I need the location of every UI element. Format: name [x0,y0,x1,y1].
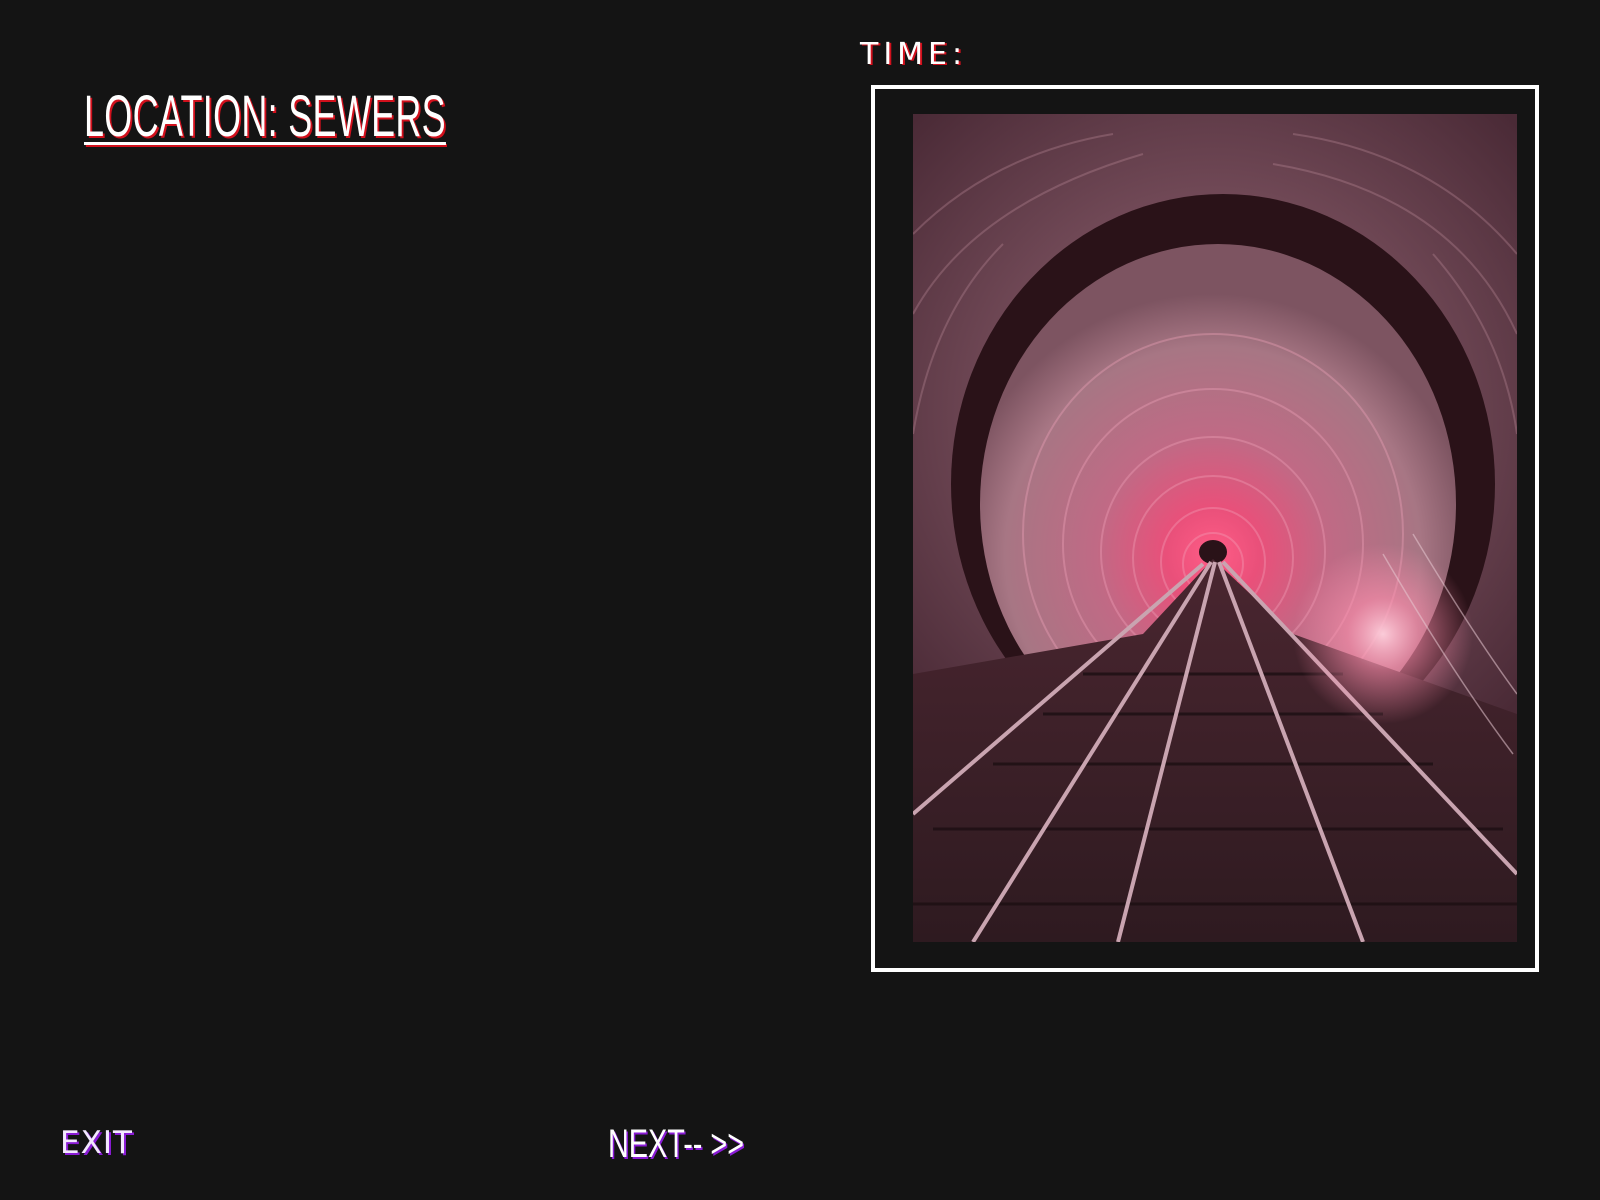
tunnel-scene-image [913,114,1517,942]
scene-frame [871,85,1539,972]
next-button[interactable]: NEXT-- >> [608,1124,744,1164]
time-label: TIME: [860,37,968,72]
location-title: LOCATION: SEWERS [84,84,446,149]
exit-button[interactable]: EXIT [60,1128,133,1159]
